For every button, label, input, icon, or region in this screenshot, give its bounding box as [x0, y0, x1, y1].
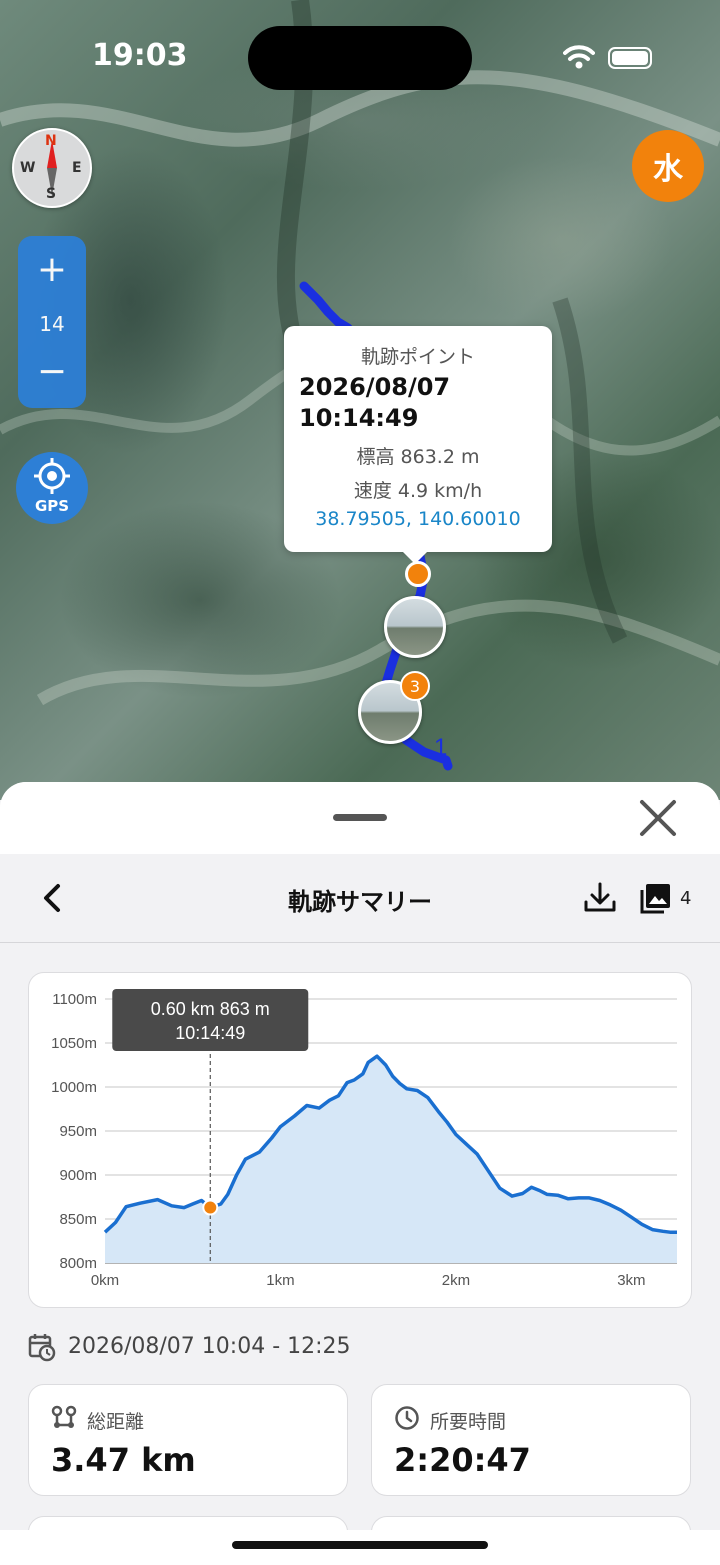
photo-gallery-icon[interactable]	[638, 878, 674, 918]
x-tick-label: 0km	[91, 1272, 119, 1289]
zoom-in-button[interactable]: +	[18, 250, 86, 290]
x-tick-label: 3km	[617, 1272, 645, 1289]
stat-card-duration: 所要時間 2:20:47	[371, 1384, 691, 1496]
x-tick-label: 1km	[266, 1272, 294, 1289]
date-range-text: 2026/08/07 10:04 - 12:25	[68, 1334, 351, 1359]
dynamic-island	[248, 26, 472, 90]
elevation-chart-card[interactable]: 800m 850m 900m 950m 1000m 1050m 1100m 0km 1km 2km…	[28, 972, 692, 1308]
tooltip-line2: 10:14:49	[175, 1023, 245, 1043]
compass-w: W	[20, 160, 36, 176]
sheet-handle-area[interactable]	[0, 782, 720, 854]
tooltip-line1: 0.60 km 863 m	[151, 999, 270, 1019]
stat-value: 3.47 km	[51, 1441, 196, 1479]
battery-icon	[608, 47, 652, 69]
popup-elevation: 標高 863.2 m	[356, 446, 480, 468]
stat-card-distance: 総距離 3.47 km	[28, 1384, 348, 1496]
compass-button[interactable]: N E S W	[12, 128, 92, 208]
status-time: 19:03	[92, 38, 188, 73]
clock-icon	[395, 1406, 419, 1430]
close-icon[interactable]	[636, 796, 680, 840]
y-tick-label: 1000m	[51, 1079, 97, 1096]
track-point-marker[interactable]	[405, 561, 431, 587]
popup-coordinates[interactable]: 38.79505, 140.60010	[284, 508, 552, 530]
home-indicator[interactable]	[232, 1541, 488, 1549]
zoom-control: + 14 −	[18, 236, 86, 408]
popup-time: 10:14:49	[299, 404, 419, 432]
track-line-upper	[299, 281, 353, 333]
popup-datetime: 2026/08/07 10:14:49	[299, 372, 450, 434]
y-tick-label: 850m	[59, 1211, 97, 1228]
sheet-grabber[interactable]	[333, 814, 387, 821]
y-tick-label: 1100m	[52, 991, 97, 1008]
y-tick-label: 950m	[59, 1123, 97, 1140]
elevation-chart[interactable]: 800m 850m 900m 950m 1000m 1050m 1100m 0km 1km 2km…	[29, 973, 693, 1309]
x-tick-label: 2km	[442, 1272, 470, 1289]
popup-speed: 速度 4.9 km/h	[353, 480, 483, 502]
cursor-point[interactable]	[202, 1199, 219, 1216]
stat-label: 総距離	[87, 1411, 145, 1433]
zoom-level: 14	[39, 312, 65, 336]
sheet-navbar: 軌跡サマリー 4	[0, 854, 720, 943]
popup-title: 軌跡ポイント	[360, 346, 475, 368]
route-pin-icon	[51, 1405, 77, 1428]
bottom-sheet: 軌跡サマリー 4 800m 850m 900m 950m 1000m 1050m 1100m…	[0, 782, 720, 1565]
y-tick-label: 800m	[59, 1255, 97, 1272]
photo-count: 4	[680, 888, 692, 909]
locate-icon	[34, 458, 70, 494]
track-point-popup[interactable]: 軌跡ポイント 2026/08/07 10:14:49 標高 863.2 m 速度…	[284, 326, 552, 564]
water-button[interactable]: 水	[632, 130, 704, 202]
stat-label: 所要時間	[430, 1411, 507, 1433]
y-tick-label: 1050m	[51, 1035, 97, 1052]
wifi-icon	[563, 45, 595, 69]
compass-e: E	[72, 160, 82, 176]
popup-date: 2026/08/07	[299, 373, 451, 401]
gps-button[interactable]: GPS	[16, 452, 88, 524]
compass-s: S	[46, 186, 57, 202]
y-tick-label: 900m	[59, 1167, 97, 1184]
gps-label: GPS	[34, 497, 70, 515]
download-icon[interactable]	[580, 878, 620, 918]
photo-marker[interactable]	[384, 596, 446, 658]
photo-cluster-count: 3	[400, 671, 430, 701]
zoom-out-button[interactable]: −	[18, 352, 86, 392]
track-end-label: 1	[434, 734, 448, 761]
stat-value: 2:20:47	[394, 1441, 531, 1479]
calendar-clock-icon	[28, 1334, 56, 1362]
compass-n: N	[45, 133, 57, 149]
